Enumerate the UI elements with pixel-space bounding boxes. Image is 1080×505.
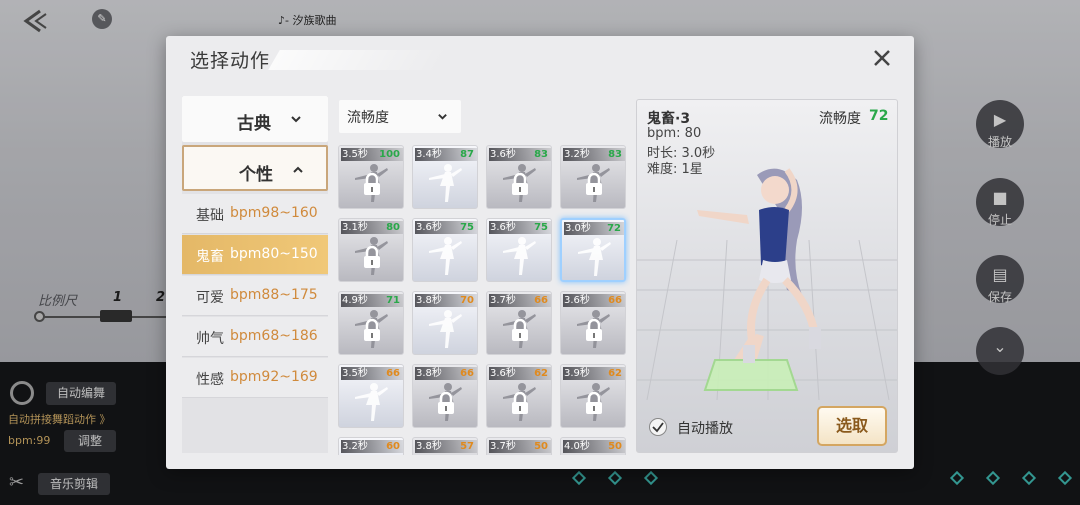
action-card[interactable]: 3.2秒 83 [560,145,626,209]
preview-name: 鬼畜·3 [647,111,691,127]
subcategory-guichu[interactable]: 鬼畜 bpm80~150 [182,235,328,275]
chevron-down-icon [438,114,447,120]
action-card[interactable]: 3.5秒 66 [338,364,404,428]
action-card[interactable]: 3.9秒 62 [560,364,626,428]
sort-filter-dropdown[interactable]: 流畅度 [339,100,461,133]
dancer-silhouette-icon [497,452,543,455]
action-card[interactable]: 3.2秒 60 [338,437,404,455]
dancer-silhouette-icon [355,383,388,421]
filter-label: 流畅度 [347,110,389,126]
subcategory-basic[interactable]: 基础 bpm98~160 [182,194,328,234]
category-classic[interactable]: 古典 [182,96,328,142]
action-card[interactable]: 3.8秒 57 [412,437,478,455]
action-card[interactable]: 3.6秒 83 [486,145,552,209]
preview-score: 72 [869,108,889,124]
action-card[interactable]: 3.6秒 75 [412,218,478,282]
chevron-up-icon [293,166,303,173]
category-panel: 古典 个性 基础 bpm98~160 鬼畜 bpm80~150 可爱 bpm88… [182,96,328,453]
action-card[interactable]: 4.0秒 50 [560,437,626,455]
action-card[interactable]: 3.0秒 72 [560,218,626,282]
subcategory-sexy[interactable]: 性感 bpm92~169 [182,358,328,398]
action-card[interactable]: 3.6秒 62 [486,364,552,428]
dialog-title: 选择动作 [190,51,271,72]
dancer-figure [697,168,821,363]
dancer-silhouette-icon [429,164,462,202]
lock-icon [364,245,380,268]
category-label: 个性 [239,165,273,185]
action-card[interactable]: 3.4秒 87 [412,145,478,209]
chevron-down-icon [291,116,301,123]
action-card[interactable]: 3.8秒 70 [412,291,478,355]
category-label: 古典 [237,114,271,134]
dancer-silhouette-icon [349,452,395,455]
subcategory-cool[interactable]: 帅气 bpm68~186 [182,317,328,357]
dancer-silhouette-icon [429,310,462,348]
dancer-silhouette-icon [503,237,536,275]
dancer-silhouette-icon [571,452,617,455]
close-icon[interactable] [870,46,894,70]
subcategory-cute[interactable]: 可爱 bpm88~175 [182,276,328,316]
lock-icon [512,172,528,195]
action-card[interactable]: 3.5秒 100 [338,145,404,209]
lock-icon [438,391,454,414]
action-card[interactable]: 3.6秒 66 [560,291,626,355]
action-card[interactable]: 3.6秒 75 [486,218,552,282]
check-icon [652,422,664,433]
lock-icon [512,391,528,414]
action-card[interactable]: 3.7秒 50 [486,437,552,455]
dialog-header: 选择动作 [166,36,914,82]
lock-icon [364,318,380,341]
action-card[interactable]: 3.8秒 66 [412,364,478,428]
dancer-silhouette-icon [429,237,462,275]
title-decoration [268,50,450,70]
dancer-silhouette-icon [423,452,469,455]
action-preview: 鬼畜·3 流畅度 72 bpm: 80 时长: 3.0秒 难度: 1星 自动播放… [636,99,898,453]
dancer-silhouette-icon [578,238,611,276]
lock-icon [512,318,528,341]
lock-icon [364,172,380,195]
category-personal[interactable]: 个性 [182,145,328,191]
lock-icon [586,318,602,341]
select-action-dialog: 选择动作 古典 个性 基础 bpm98~160 鬼畜 bpm80~150 可爱 … [166,36,914,469]
action-card[interactable]: 3.7秒 66 [486,291,552,355]
lock-icon [586,391,602,414]
action-card[interactable]: 4.9秒 71 [338,291,404,355]
preview-score-label: 流畅度 [819,111,861,127]
autoplay-label: 自动播放 [677,421,733,437]
preview-bpm: bpm: 80 [647,126,702,141]
action-grid[interactable]: 3.5秒 100 3.4秒 87 3.6秒 83 3.2秒 83 3.1秒 80 3.6秒 75 3.6… [338,145,630,455]
lock-icon [586,172,602,195]
autoplay-checkbox[interactable] [649,418,667,436]
select-button[interactable]: 选取 [817,406,887,446]
action-card[interactable]: 3.1秒 80 [338,218,404,282]
